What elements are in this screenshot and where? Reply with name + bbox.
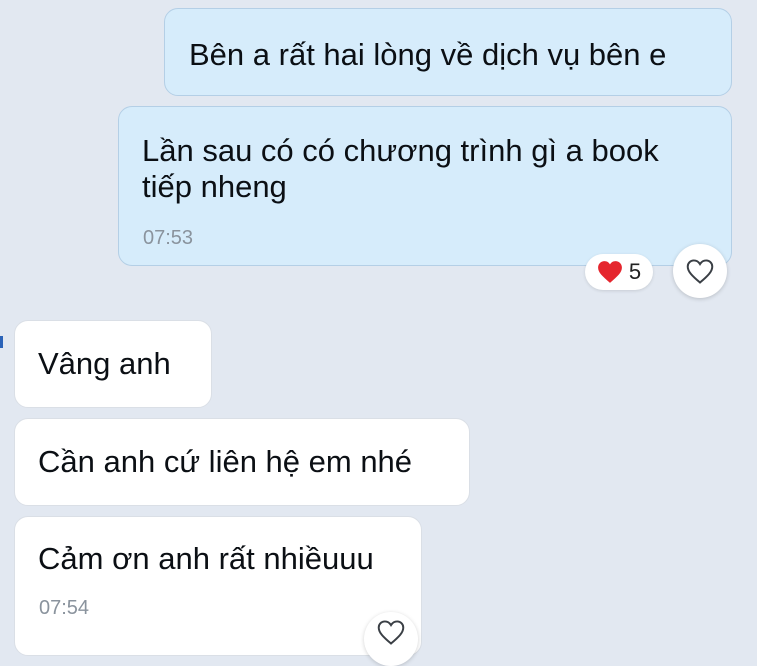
message-text: Cảm ơn anh rất nhiềuuu xyxy=(38,541,374,576)
message-bubble-incoming[interactable]: Cần anh cứ liên hệ em nhé xyxy=(14,418,470,506)
heart-icon xyxy=(597,261,622,283)
heart-outline-icon xyxy=(686,258,714,284)
unread-marker xyxy=(0,336,3,348)
heart-outline-icon xyxy=(377,619,405,645)
message-bubble-outgoing[interactable]: Bên a rất hai lòng về dịch vụ bên e xyxy=(164,8,732,96)
message-timestamp: 07:54 xyxy=(39,597,90,619)
react-button[interactable] xyxy=(364,612,418,666)
message-timestamp: 07:53 xyxy=(143,227,194,249)
message-text: Cần anh cứ liên hệ em nhé xyxy=(38,444,413,479)
message-text: Vâng anh xyxy=(38,346,171,381)
reaction-count: 5 xyxy=(628,259,642,284)
message-bubble-incoming[interactable]: Cảm ơn anh rất nhiềuuu 07:54 xyxy=(14,516,422,656)
react-button[interactable] xyxy=(673,244,727,298)
reaction-badge[interactable]: 5 xyxy=(585,254,653,290)
message-bubble-outgoing[interactable]: Lần sau có có chương trình gì a book tiế… xyxy=(118,106,732,266)
message-bubble-incoming[interactable]: Vâng anh xyxy=(14,320,212,408)
message-text: Bên a rất hai lòng về dịch vụ bên e xyxy=(189,37,667,72)
message-text: Lần sau có có chương trình gì a book tiế… xyxy=(142,133,659,204)
